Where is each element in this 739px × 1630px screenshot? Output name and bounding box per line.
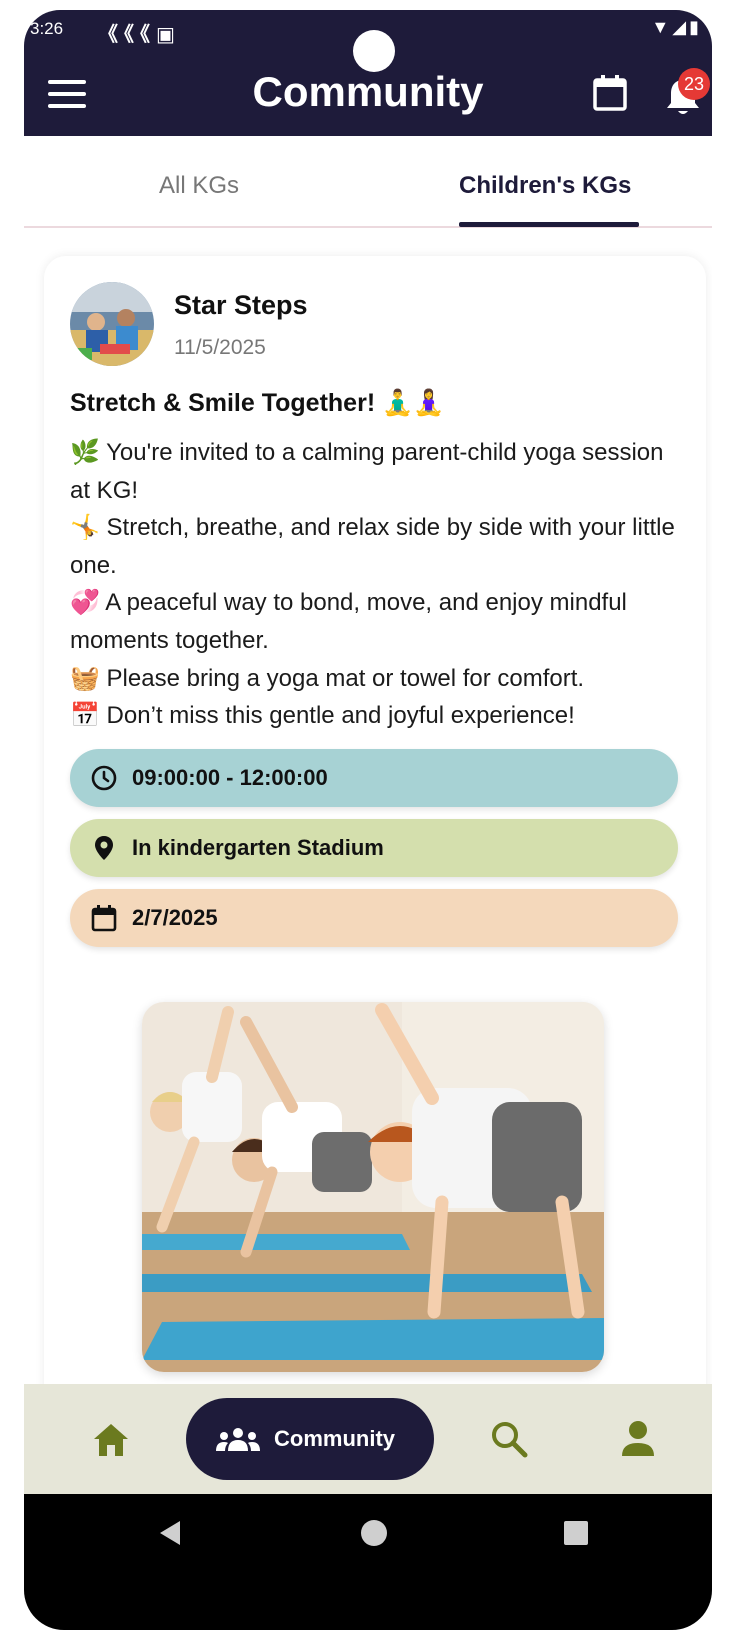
bottom-navigation: Community	[24, 1384, 712, 1494]
nav-community-label: Community	[274, 1426, 395, 1451]
home-icon	[94, 1424, 128, 1456]
tab-childrens-kgs[interactable]: Children's KGs	[459, 172, 631, 200]
post-image[interactable]	[142, 1002, 604, 1372]
event-location-pill: In kindergarten Stadium	[70, 819, 678, 877]
post-card[interactable]: Star Steps 11/5/2025 Stretch & Smile Tog…	[44, 256, 706, 1456]
event-time-pill: 09:00:00 - 12:00:00	[70, 749, 678, 807]
phone-screen: 3:26 《《《▣ ▼◢▮ Community 23 All KGs Child…	[24, 10, 712, 1630]
calendar-button[interactable]	[592, 74, 628, 112]
post-body-line: 🤸 Stretch, breathe, and relax side by si…	[70, 514, 675, 579]
post-title: Stretch & Smile Together! 🧘‍♂️🧘‍♀️	[70, 389, 445, 417]
event-date: 2/7/2025	[132, 905, 218, 930]
system-back-button[interactable]	[158, 1520, 182, 1546]
active-tab-indicator	[459, 222, 639, 227]
event-time: 09:00:00 - 12:00:00	[132, 765, 328, 790]
post-date: 11/5/2025	[174, 336, 266, 359]
calendar-icon	[593, 75, 627, 111]
app-header: 3:26 《《《▣ ▼◢▮ Community 23	[24, 10, 712, 136]
nav-home-button[interactable]	[92, 1422, 130, 1458]
clock-icon	[90, 764, 118, 792]
post-body: 🌿 You're invited to a calming parent-chi…	[70, 434, 680, 735]
calendar-icon	[90, 904, 118, 932]
search-icon	[492, 1422, 528, 1458]
notification-icons: 《《《▣	[98, 24, 181, 46]
people-icon	[216, 1426, 260, 1454]
system-recents-button[interactable]	[564, 1521, 588, 1545]
post-body-line: 📅 Don’t miss this gentle and joyful expe…	[70, 702, 575, 730]
nav-search-button[interactable]	[490, 1420, 528, 1458]
kg-tabs: All KGs Children's KGs	[24, 136, 712, 228]
person-icon	[622, 1421, 654, 1456]
post-author[interactable]: Star Steps	[174, 290, 308, 321]
tab-all-kgs[interactable]: All KGs	[159, 172, 239, 200]
post-body-line: 🌿 You're invited to a calming parent-chi…	[70, 439, 664, 504]
nav-profile-button[interactable]	[620, 1420, 656, 1458]
post-body-line: 🧺 Please bring a yoga mat or towel for c…	[70, 664, 585, 692]
status-time: 3:26	[30, 19, 64, 38]
back-triangle-icon	[160, 1521, 180, 1545]
post-body-line: 💞 A peaceful way to bond, move, and enjo…	[70, 589, 627, 654]
author-avatar[interactable]	[70, 282, 154, 366]
system-status-icons: ▼◢▮	[651, 17, 702, 37]
nav-community-button[interactable]: Community	[186, 1398, 434, 1480]
event-date-pill: 2/7/2025	[70, 889, 678, 947]
system-navigation-bar	[24, 1494, 712, 1630]
camera-cutout	[353, 30, 395, 72]
location-pin-icon	[90, 834, 118, 862]
system-home-button[interactable]	[361, 1520, 387, 1546]
notification-count-badge: 23	[678, 68, 710, 100]
event-location: In kindergarten Stadium	[132, 835, 384, 860]
